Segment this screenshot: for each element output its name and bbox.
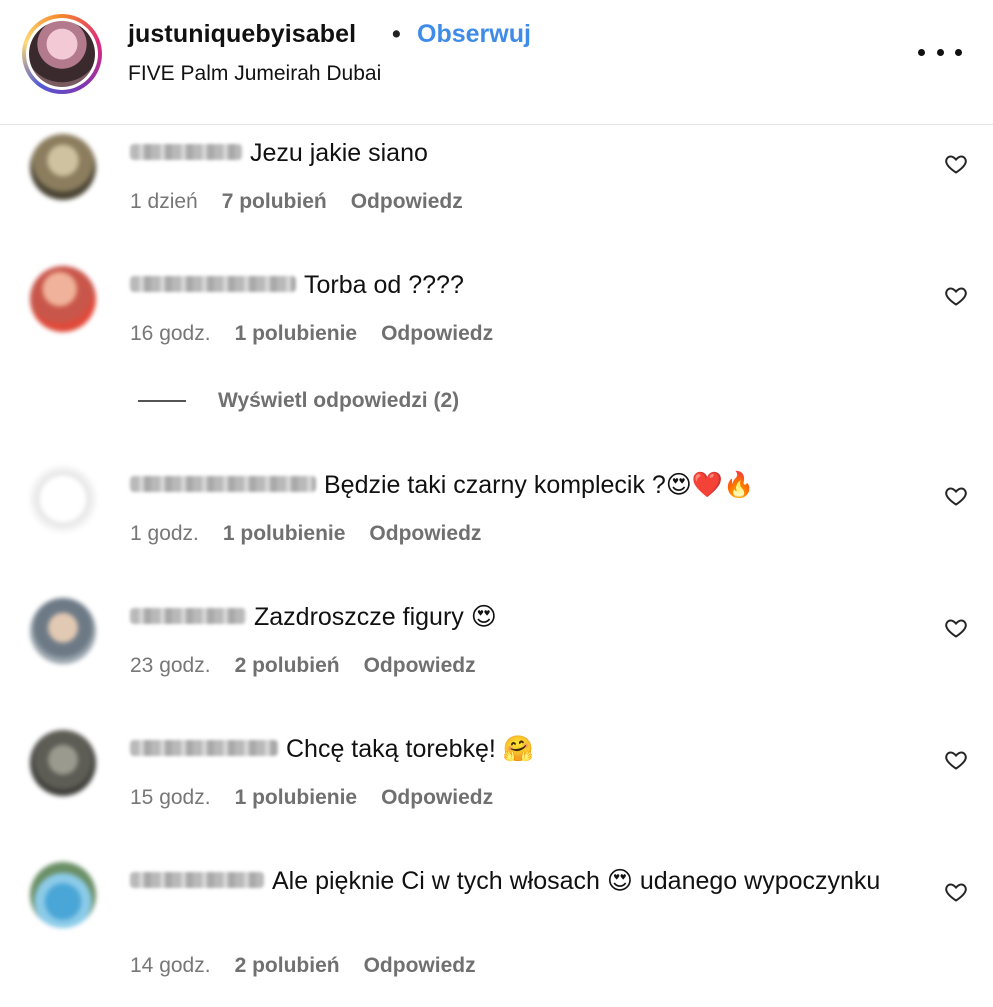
post-header: justuniquebyisabel • Obserwuj FIVE Palm … <box>0 0 993 125</box>
avatar[interactable] <box>30 730 96 796</box>
heart-icon[interactable] <box>944 152 968 176</box>
view-replies-label: Wyświetl odpowiedzi (2) <box>218 389 460 412</box>
likes-count[interactable]: 1 polubienie <box>223 522 346 546</box>
likes-count[interactable]: 2 polubień <box>235 654 340 678</box>
reply-button[interactable]: Odpowiedz <box>364 654 476 678</box>
heart-icon[interactable] <box>944 616 968 640</box>
likes-count[interactable]: 2 polubień <box>235 954 340 978</box>
comment-time: 1 dzień <box>130 190 198 213</box>
replies-divider <box>138 400 186 402</box>
blurred-username[interactable] <box>130 144 242 161</box>
avatar[interactable] <box>30 134 96 200</box>
comment-time: 1 godz. <box>130 522 199 545</box>
comment-time: 14 godz. <box>130 954 211 977</box>
blurred-username[interactable] <box>130 608 246 625</box>
location-link[interactable]: FIVE Palm Jumeirah Dubai <box>128 62 381 86</box>
comment-text: Jezu jakie siano <box>250 139 428 167</box>
blurred-username[interactable] <box>130 872 264 889</box>
blurred-username[interactable] <box>130 476 316 493</box>
comment-time: 23 godz. <box>130 654 211 677</box>
heart-icon[interactable] <box>944 484 968 508</box>
follow-button[interactable]: Obserwuj <box>417 20 531 49</box>
avatar[interactable] <box>30 266 96 332</box>
reply-button[interactable]: Odpowiedz <box>351 190 463 214</box>
likes-count[interactable]: 1 polubienie <box>235 786 358 810</box>
likes-count[interactable]: 7 polubień <box>222 190 327 214</box>
view-replies-button[interactable]: Wyświetl odpowiedzi (2) <box>138 389 459 413</box>
more-options-icon[interactable] <box>918 40 962 64</box>
heart-icon[interactable] <box>944 284 968 308</box>
heart-icon[interactable] <box>944 748 968 772</box>
comment-time: 16 godz. <box>130 322 211 345</box>
avatar[interactable] <box>30 862 96 928</box>
profile-avatar[interactable] <box>22 14 102 94</box>
comment-text: Chcę taką torebkę! 🤗 <box>286 735 534 763</box>
separator-dot: • <box>392 20 401 48</box>
reply-button[interactable]: Odpowiedz <box>369 522 481 546</box>
blurred-username[interactable] <box>130 276 296 293</box>
username-link[interactable]: justuniquebyisabel <box>128 20 356 49</box>
comment-text: Torba od ???? <box>304 271 464 299</box>
avatar[interactable] <box>30 466 96 532</box>
reply-button[interactable]: Odpowiedz <box>364 954 476 978</box>
avatar[interactable] <box>30 598 96 664</box>
comment-text: Ale pięknie Ci w tych włosach 😍 udanego … <box>272 867 881 895</box>
reply-button[interactable]: Odpowiedz <box>381 786 493 810</box>
heart-icon[interactable] <box>944 880 968 904</box>
comment-text: Będzie taki czarny komplecik ?😍❤️🔥 <box>324 471 755 499</box>
blurred-username[interactable] <box>130 740 278 757</box>
likes-count[interactable]: 1 polubienie <box>235 322 358 346</box>
reply-button[interactable]: Odpowiedz <box>381 322 493 346</box>
comment-time: 15 godz. <box>130 786 211 809</box>
comment-text: Zazdroszcze figury 😍 <box>254 603 497 631</box>
